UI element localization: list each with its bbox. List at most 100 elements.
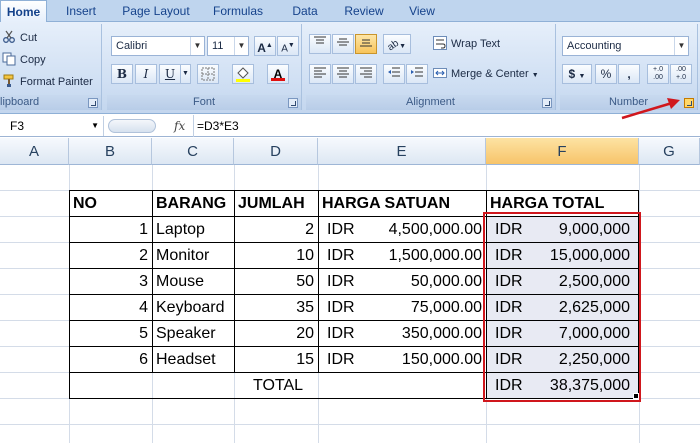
cell-barang[interactable]: Laptop [153, 217, 234, 243]
percent-style-button[interactable]: % [595, 64, 617, 84]
clipboard-dialog-launcher[interactable] [88, 98, 98, 108]
tab-data[interactable]: Data [285, 0, 325, 22]
align-left-button[interactable] [309, 64, 331, 84]
header-barang[interactable]: BARANG [153, 191, 234, 217]
cell-no[interactable]: 3 [70, 269, 152, 295]
bottom-align-button[interactable] [355, 34, 377, 54]
align-left-icon [314, 67, 326, 78]
total-label[interactable]: TOTAL [70, 373, 486, 399]
number-dialog-launcher[interactable] [684, 98, 694, 108]
font-name-select[interactable]: Calibri ▼ [111, 36, 205, 56]
header-no[interactable]: NO [70, 191, 152, 217]
underline-dropdown[interactable]: ▼ [181, 64, 191, 84]
scissors-icon [3, 30, 15, 44]
tab-home[interactable]: Home [0, 0, 47, 23]
alignment-group-label: Alignment [306, 95, 555, 110]
tab-view[interactable]: View [402, 0, 442, 22]
alignment-group: ab▼ Wrap Text Merge & Center ▼ Alignment [306, 24, 556, 110]
orientation-button[interactable]: ab▼ [383, 34, 411, 54]
cell-harga-satuan[interactable]: 75,000.00 [360, 295, 486, 321]
cell-no[interactable]: 5 [70, 321, 152, 347]
borders-button[interactable] [197, 64, 219, 84]
number-format-select[interactable]: Accounting ▼ [562, 36, 689, 56]
insert-function-button[interactable]: fx [174, 116, 185, 136]
align-top-icon [314, 36, 326, 44]
column-header-b[interactable]: B [69, 138, 152, 165]
underline-button[interactable]: U [159, 64, 181, 84]
alignment-dialog-launcher[interactable] [542, 98, 552, 108]
font-group: Calibri ▼ 11 ▼ A▲ A▼ B I U ▼ A Font [107, 24, 302, 110]
top-align-button[interactable] [309, 34, 331, 54]
cell-jumlah[interactable]: 50 [235, 269, 318, 295]
font-dialog-launcher[interactable] [288, 98, 298, 108]
cell-harga-satuan[interactable]: 150,000.00 [360, 347, 486, 373]
fill-handle[interactable] [633, 393, 639, 399]
column-header-c[interactable]: C [152, 138, 234, 165]
bold-button[interactable]: B [111, 64, 133, 84]
highlight-box [483, 212, 641, 402]
cell-jumlah[interactable]: 10 [235, 243, 318, 269]
cut-button[interactable]: Cut [2, 28, 37, 48]
cell-jumlah[interactable]: 2 [235, 217, 318, 243]
align-bottom-icon [360, 39, 372, 47]
tab-page-layout[interactable]: Page Layout [118, 0, 194, 22]
middle-align-button[interactable] [332, 34, 354, 54]
merge-center-button[interactable]: Merge & Center ▼ [433, 64, 539, 84]
cell-harga-satuan[interactable]: 350,000.00 [360, 321, 486, 347]
column-header-a[interactable]: A [0, 138, 69, 165]
increase-indent-icon [411, 67, 423, 77]
formula-bar-splitter[interactable] [108, 119, 156, 133]
comma-style-button[interactable]: , [618, 64, 640, 84]
grow-font-button[interactable]: A▲ [254, 36, 276, 56]
column-header-g[interactable]: G [639, 138, 700, 165]
cell-barang[interactable]: Mouse [153, 269, 234, 295]
accounting-format-button[interactable]: $ ▼ [562, 64, 592, 84]
cell-no[interactable]: 2 [70, 243, 152, 269]
fill-color-button[interactable] [232, 64, 254, 84]
tab-review[interactable]: Review [338, 0, 390, 22]
formula-input[interactable]: =D3*E3 [197, 116, 239, 136]
column-header-d[interactable]: D [234, 138, 318, 165]
italic-button[interactable]: I [135, 64, 157, 84]
increase-decimal-button[interactable]: +.0 .00 [647, 64, 669, 84]
decrease-decimal-button[interactable]: .00 +.0 [670, 64, 692, 84]
cell-harga-satuan[interactable]: 4,500,000.00 [360, 217, 486, 243]
tab-formulas[interactable]: Formulas [207, 0, 269, 22]
shrink-font-button[interactable]: A▼ [277, 36, 299, 56]
column-header-f[interactable]: F [486, 138, 639, 165]
font-color-button[interactable]: A [267, 64, 289, 84]
number-group: Accounting ▼ $ ▼ % , +.0 .00 .00 +.0 Numb… [560, 24, 698, 110]
merge-icon [433, 68, 447, 79]
name-box[interactable]: F3 ▼ [0, 116, 104, 136]
align-center-icon [337, 67, 349, 78]
caret-up-icon: ▲ [265, 42, 273, 49]
caret-down-icon: ▼ [287, 42, 295, 49]
align-center-button[interactable] [332, 64, 354, 84]
align-right-button[interactable] [355, 64, 377, 84]
wrap-text-label: Wrap Text [451, 38, 501, 50]
formula-bar: F3 ▼ fx =D3*E3 [0, 115, 700, 137]
cell-harga-satuan[interactable]: 1,500,000.00 [360, 243, 486, 269]
copy-button[interactable]: Copy [2, 50, 46, 70]
format-painter-button[interactable]: Format Painter [2, 72, 93, 92]
cell-no[interactable]: 1 [70, 217, 152, 243]
wrap-text-button[interactable]: Wrap Text [433, 34, 500, 54]
cell-barang[interactable]: Headset [153, 347, 234, 373]
decrease-indent-button[interactable] [383, 64, 405, 84]
cell-jumlah[interactable]: 15 [235, 347, 318, 373]
tab-insert[interactable]: Insert [55, 0, 107, 22]
cell-barang[interactable]: Keyboard [153, 295, 234, 321]
cell-barang[interactable]: Speaker [153, 321, 234, 347]
cell-harga-satuan[interactable]: 50,000.00 [360, 269, 486, 295]
header-jumlah[interactable]: JUMLAH [235, 191, 318, 217]
column-header-e[interactable]: E [318, 138, 486, 165]
font-size-select[interactable]: 11 ▼ [207, 36, 249, 56]
cell-no[interactable]: 6 [70, 347, 152, 373]
header-harga-satuan[interactable]: HARGA SATUAN [319, 191, 486, 217]
cell-jumlah[interactable]: 20 [235, 321, 318, 347]
cell-no[interactable]: 4 [70, 295, 152, 321]
cell-jumlah[interactable]: 35 [235, 295, 318, 321]
font-name-value: Calibri [116, 40, 148, 52]
increase-indent-button[interactable] [406, 64, 428, 84]
cell-barang[interactable]: Monitor [153, 243, 234, 269]
